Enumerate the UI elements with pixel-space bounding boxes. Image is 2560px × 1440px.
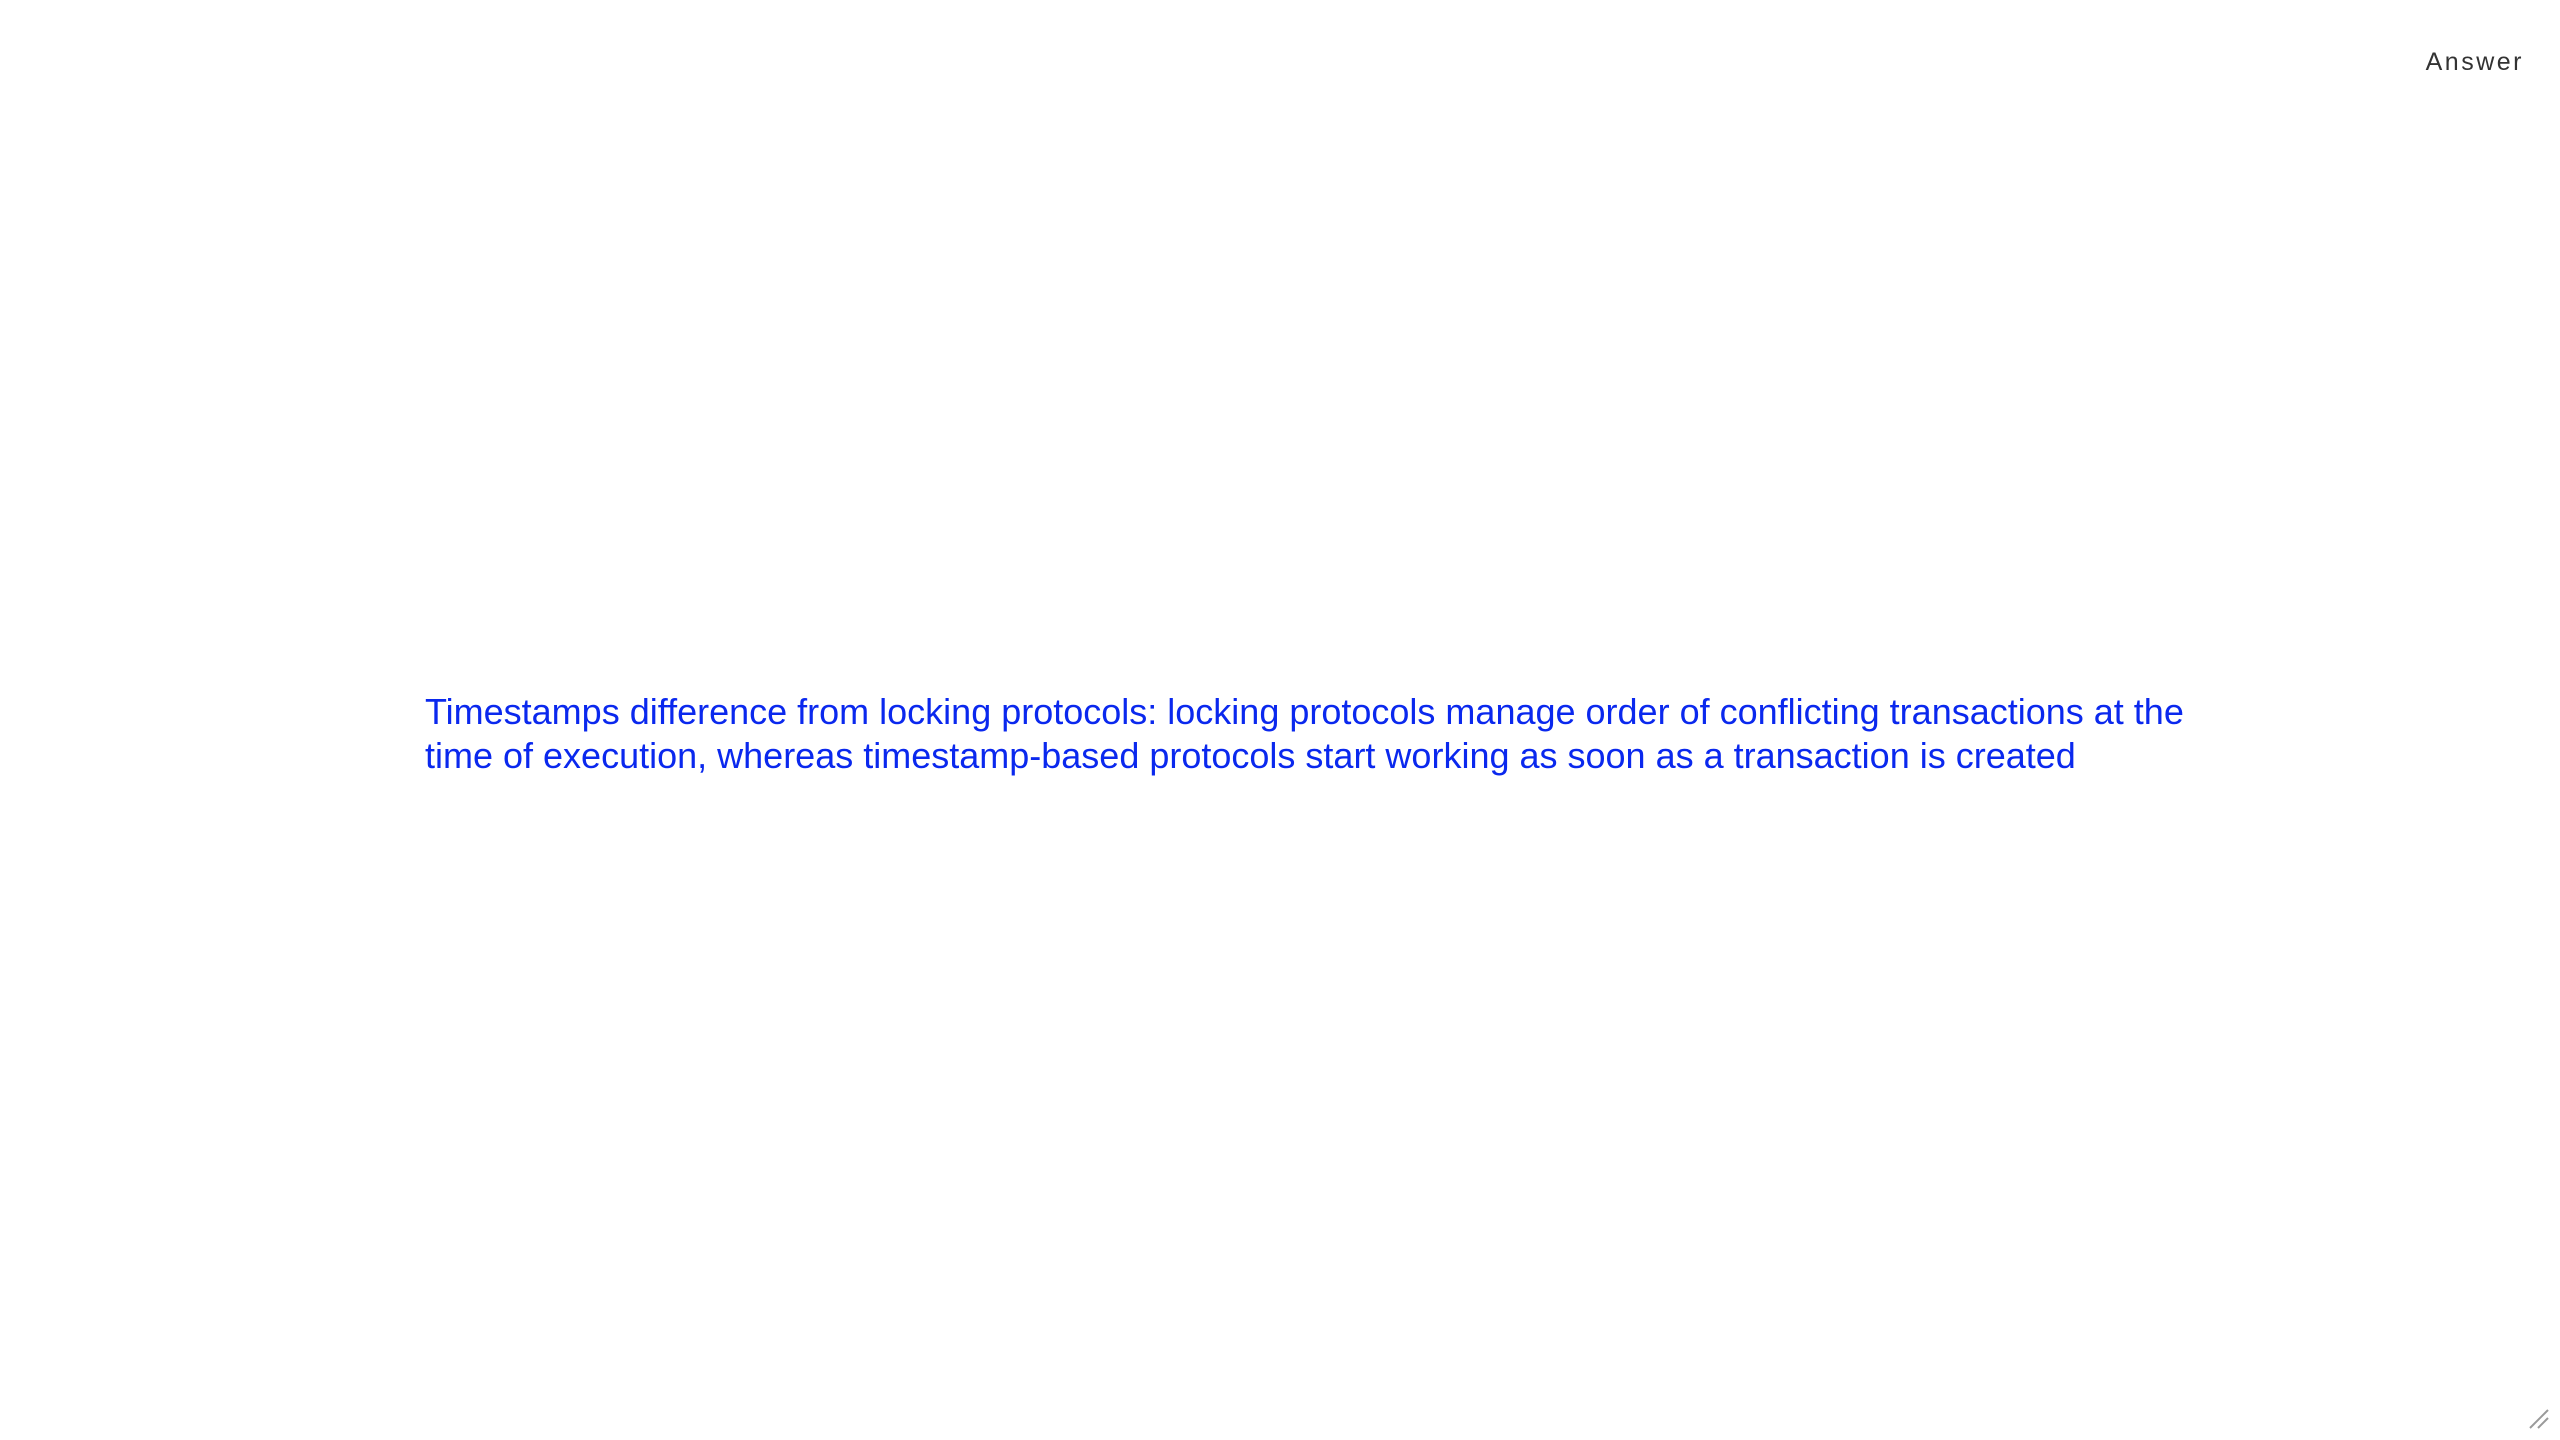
answer-line-1: Timestamps difference from locking proto… [425, 691, 2184, 732]
answer-label: Answer [2425, 48, 2524, 76]
resize-handle-icon[interactable] [2526, 1406, 2550, 1430]
answer-text: Timestamps difference from locking proto… [425, 690, 2205, 778]
card-view: Answer Timestamps difference from lockin… [0, 0, 2560, 1440]
answer-line-2: time of execution, whereas timestamp-bas… [425, 735, 2076, 776]
